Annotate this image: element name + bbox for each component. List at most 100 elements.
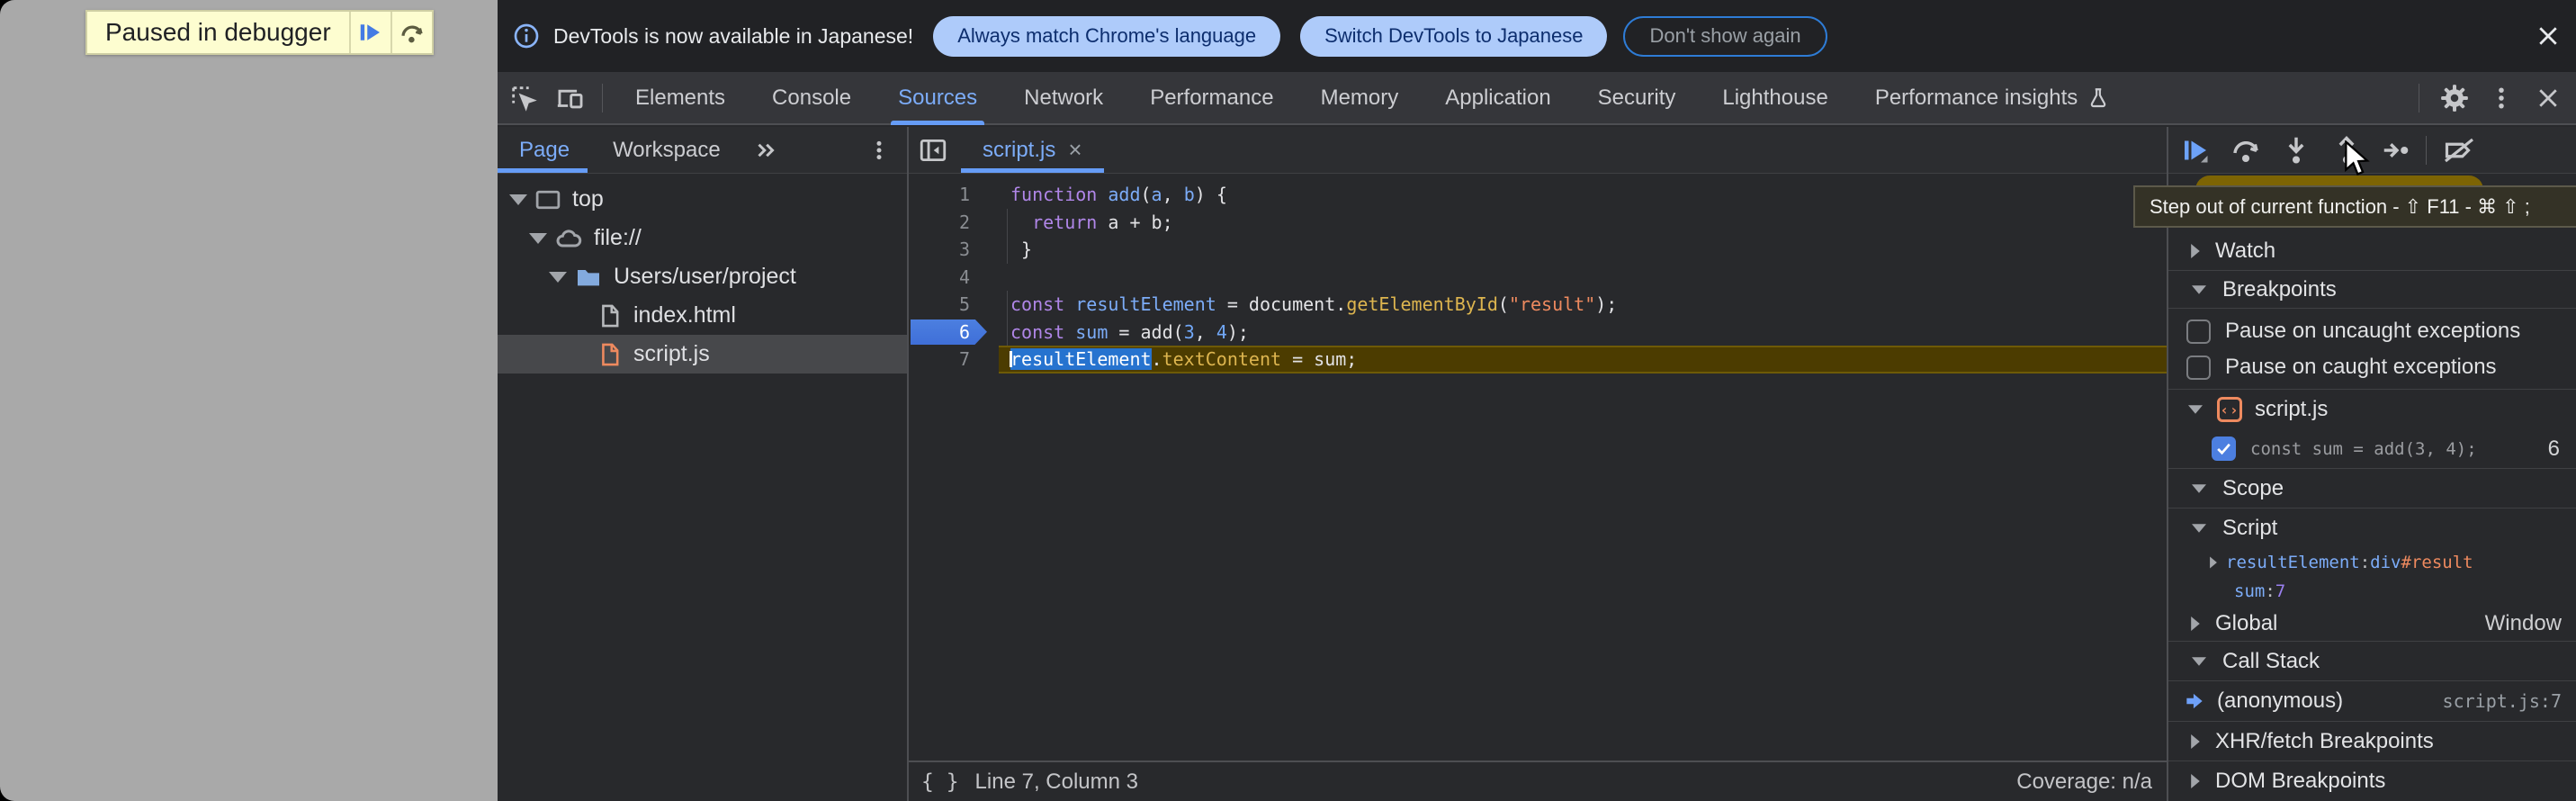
notification-close-button[interactable] (2535, 22, 2562, 50)
editor-pane: script.js × 1234567 function add(a, b) {… (909, 127, 2167, 801)
scope-script-group[interactable]: Script (2168, 508, 2576, 548)
code-line-5[interactable]: const resultElement = document.getElemen… (999, 291, 2167, 319)
code-line-6[interactable]: const sum = add(3, 4); (999, 319, 2167, 346)
switch-devtools-japanese-button[interactable]: Switch DevTools to Japanese (1300, 16, 1607, 57)
tabbar-right-controls (2408, 77, 2576, 119)
paused-code-line-7[interactable]: resultElement.textContent = sum; (999, 346, 2167, 374)
editor-statusbar: { } Line 7, Column 3 Coverage: n/a (909, 760, 2167, 801)
scope-var-resultelement[interactable]: resultElement: div#result (2168, 548, 2576, 577)
pause-caught-row[interactable]: Pause on caught exceptions (2168, 349, 2576, 385)
code-line-3[interactable]: } (999, 236, 2167, 264)
script-file-badge-icon: ‹› (2217, 397, 2242, 422)
code-line-4[interactable] (999, 264, 2167, 292)
coverage-label: Coverage: n/a (2016, 770, 2152, 795)
breakpoint-entry[interactable]: const sum = add(3, 4); 6 (2168, 429, 2576, 469)
file-tree: top file:// Users/user/p (498, 174, 907, 374)
step-over-icon (2230, 134, 2262, 166)
expand-arrow-icon[interactable] (509, 194, 527, 205)
more-options-button[interactable] (2481, 77, 2522, 119)
tree-item-file-origin[interactable]: file:// (498, 219, 907, 257)
tab-performance[interactable]: Performance (1126, 72, 1297, 123)
tab-sources[interactable]: Sources (875, 72, 1001, 123)
resume-script-overlay-button[interactable] (349, 12, 390, 53)
navigator-pane: Page Workspace (498, 127, 909, 801)
line-number-1[interactable]: 1 (909, 181, 990, 209)
devtools-tabbar: Elements Console Sources Network Perform… (498, 72, 2576, 125)
tab-memory[interactable]: Memory (1297, 72, 1423, 123)
current-frame-arrow-icon (2183, 689, 2206, 713)
resume-script-button[interactable] (2172, 130, 2219, 171)
settings-button[interactable] (2434, 77, 2475, 119)
tab-elements[interactable]: Elements (612, 72, 749, 123)
dont-show-again-button[interactable]: Don't show again (1623, 16, 1827, 57)
breakpoint-line-number: 6 (2548, 436, 2560, 462)
watch-section-header[interactable]: Watch (2168, 231, 2576, 271)
navigator-tab-workspace[interactable]: Workspace (591, 127, 742, 173)
expanded-arrow-icon (2192, 524, 2206, 533)
inspect-element-button[interactable] (503, 77, 544, 119)
collapse-sidebar-button[interactable] (918, 135, 948, 166)
tab-application[interactable]: Application (1422, 72, 1574, 123)
xhr-breakpoints-section-header[interactable]: XHR/fetch Breakpoints (2168, 722, 2576, 761)
mouse-cursor (2341, 140, 2377, 180)
collapsed-arrow-icon (2191, 244, 2200, 258)
scope-global-group[interactable]: Global Window (2168, 606, 2576, 642)
step-button[interactable] (2374, 130, 2420, 171)
code-editor[interactable]: 1234567 function add(a, b) { return a + … (909, 174, 2167, 760)
step-over-button[interactable] (2222, 130, 2269, 171)
tab-console[interactable]: Console (749, 72, 875, 123)
tab-lighthouse[interactable]: Lighthouse (1699, 72, 1851, 123)
tree-item-script-js[interactable]: script.js (498, 335, 907, 374)
deactivate-breakpoints-button[interactable] (2436, 130, 2482, 171)
global-value: Window (2485, 611, 2562, 636)
close-tab-icon[interactable]: × (1068, 136, 1082, 164)
browser-page-background: Paused in debugger (0, 0, 498, 801)
match-chrome-language-button[interactable]: Always match Chrome's language (933, 16, 1280, 57)
paused-in-debugger-label: Paused in debugger (87, 12, 349, 53)
dom-breakpoints-section-header[interactable]: DOM Breakpoints (2168, 761, 2576, 801)
tree-item-project-folder[interactable]: Users/user/project (498, 257, 907, 296)
code-line-2[interactable]: return a + b; (999, 209, 2167, 237)
editor-tab-script-js[interactable]: script.js × (961, 127, 1104, 173)
scope-var-sum[interactable]: sum: 7 (2168, 577, 2576, 606)
tab-security[interactable]: Security (1575, 72, 1700, 123)
expand-arrow-icon[interactable] (529, 233, 547, 244)
breakpoints-section-header[interactable]: Breakpoints (2168, 271, 2576, 309)
line-number-3[interactable]: 3 (909, 236, 990, 264)
pretty-print-icon[interactable]: { } (921, 770, 959, 794)
navigator-more-button[interactable] (867, 139, 891, 162)
step-over-overlay-button[interactable] (390, 12, 432, 53)
toolbar-separator (602, 84, 603, 112)
info-icon (512, 22, 541, 50)
more-tabs-button[interactable] (748, 130, 784, 171)
breakpoint-file-group[interactable]: ‹› script.js (2168, 390, 2576, 429)
checkbox-unchecked[interactable] (2186, 356, 2211, 380)
toggle-device-toolbar-button[interactable] (550, 77, 591, 119)
line-number-5[interactable]: 5 (909, 291, 990, 319)
kebab-menu-icon (867, 139, 891, 162)
code-line-1[interactable]: function add(a, b) { (999, 181, 2167, 209)
step-into-button[interactable] (2273, 130, 2320, 171)
line-number-4[interactable]: 4 (909, 264, 990, 292)
tree-item-index-html[interactable]: index.html (498, 296, 907, 335)
tab-network[interactable]: Network (1001, 72, 1126, 123)
inspect-cursor-icon (508, 83, 539, 113)
checkbox-checked[interactable] (2212, 436, 2236, 461)
call-stack-frame[interactable]: (anonymous) script.js:7 (2168, 681, 2576, 722)
line-number-2[interactable]: 2 (909, 209, 990, 237)
collapsed-arrow-icon (2191, 774, 2200, 788)
expand-arrow-icon[interactable] (549, 272, 567, 283)
navigator-tab-page[interactable]: Page (498, 127, 591, 173)
tab-performance-insights[interactable]: Performance insights (1852, 72, 2133, 123)
call-stack-section-header[interactable]: Call Stack (2168, 642, 2576, 681)
cloud-icon (554, 224, 583, 253)
line-number-7[interactable]: 7 (909, 346, 990, 374)
checkbox-unchecked[interactable] (2186, 320, 2211, 344)
devtools-close-button[interactable] (2527, 77, 2569, 119)
breakpoint-marker-line-6[interactable]: 6 (909, 319, 990, 346)
pause-uncaught-row[interactable]: Pause on uncaught exceptions (2168, 313, 2576, 349)
tree-item-top[interactable]: top (498, 180, 907, 219)
scope-section-header[interactable]: Scope (2168, 469, 2576, 508)
exception-options: Pause on uncaught exceptions Pause on ca… (2168, 309, 2576, 390)
resume-icon (357, 19, 384, 46)
